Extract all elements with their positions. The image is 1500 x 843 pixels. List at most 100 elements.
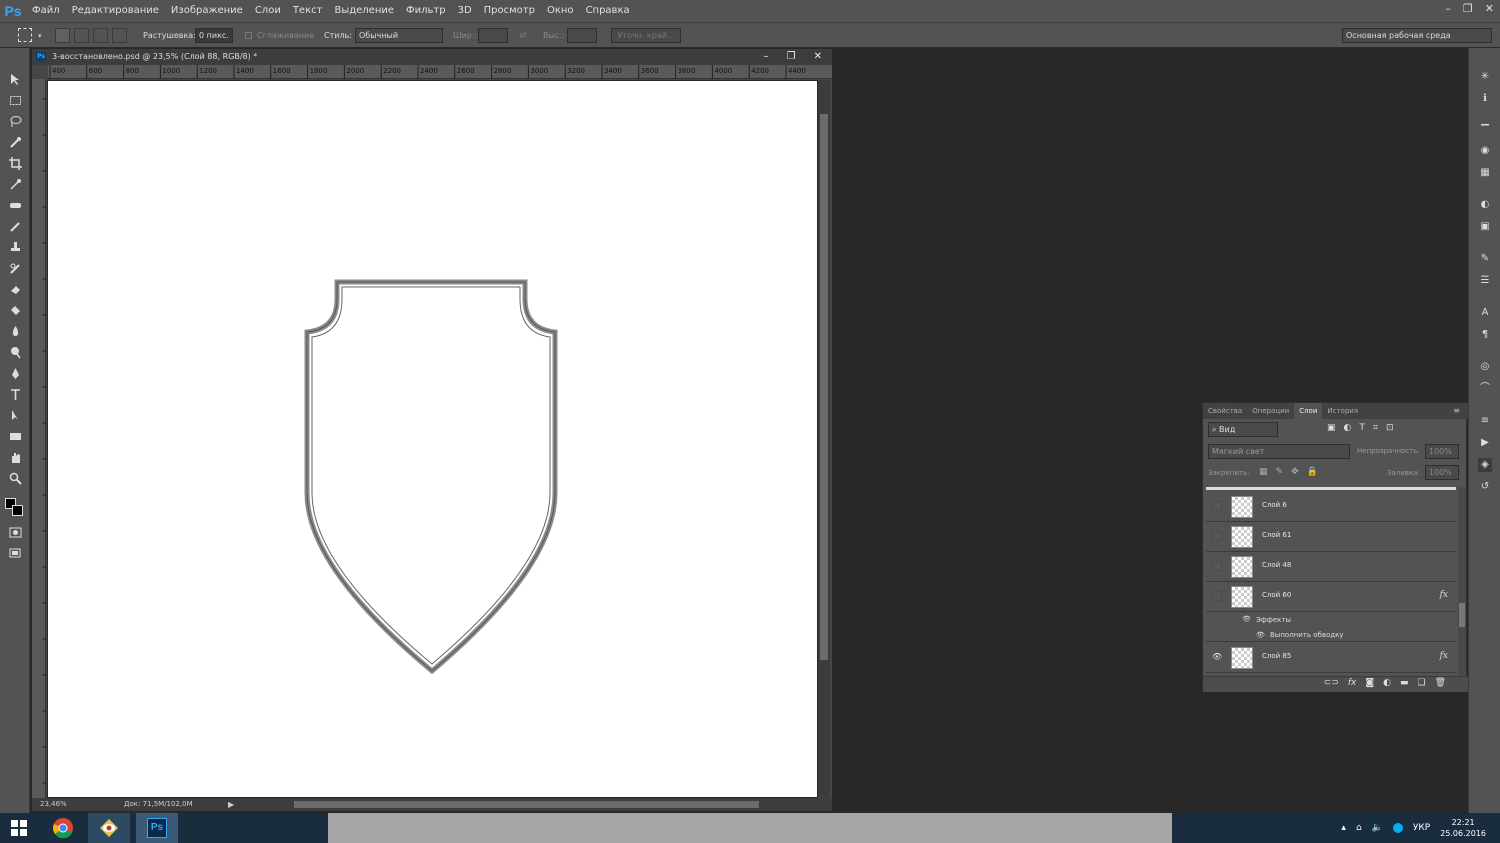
screen-mode-icon[interactable] [6,544,24,562]
minimize-button[interactable]: – [1445,2,1451,15]
add-mask-icon[interactable]: ◙ [1365,678,1374,688]
color-icon[interactable]: ◐ [1478,198,1492,212]
app-eye-icon[interactable] [88,813,130,843]
add-style-icon[interactable]: fx [1348,678,1357,688]
link-layers-icon[interactable]: ⊂⊃ [1324,678,1339,688]
history-brush-tool-icon[interactable] [6,259,24,277]
layers-icon[interactable]: ◈ [1478,458,1492,472]
layer-row[interactable]: Слой 48 [1206,552,1456,582]
blur-tool-icon[interactable] [6,322,24,340]
info-icon[interactable]: ℹ [1478,92,1492,106]
quick-selection-tool-icon[interactable] [6,133,24,151]
layer-row[interactable]: Слой 6 [1206,492,1456,522]
menu-select[interactable]: Выделение [328,0,400,22]
lock-pixels-icon[interactable]: ✎ [1276,467,1284,477]
menu-type[interactable]: Текст [287,0,329,22]
chevron-down-icon[interactable]: ▾ [38,32,42,40]
filter-pixel-icon[interactable]: ▣ [1327,423,1336,433]
new-adjustment-icon[interactable]: ◐ [1383,678,1391,688]
panel-menu-icon[interactable]: ≡ [1453,406,1460,415]
opacity-input[interactable]: 100% [1425,444,1459,459]
visibility-toggle[interactable] [1212,561,1222,571]
menu-3d[interactable]: 3D [452,0,478,22]
document-info[interactable]: Док: 71,5M/102,0M [124,798,193,811]
workspace-select[interactable]: Основная рабочая среда [1342,28,1492,43]
eye-icon[interactable]: 👁 [1212,652,1222,662]
rectangle-tool-icon[interactable] [6,427,24,445]
lock-position-icon[interactable]: ✥ [1291,467,1299,477]
crop-tool-icon[interactable] [6,154,24,172]
clock[interactable]: 22:21 25.06.2016 [1440,817,1486,839]
healing-brush-tool-icon[interactable] [6,196,24,214]
navigator-icon[interactable]: ✳ [1478,70,1492,84]
menu-view[interactable]: Просмотр [478,0,541,22]
paths-icon[interactable]: ⌒ [1478,382,1492,396]
lock-all-icon[interactable]: 🔒 [1307,467,1318,477]
new-layer-icon[interactable]: ❏ [1417,678,1425,688]
swatches-icon[interactable]: ▣ [1478,220,1492,234]
add-selection-icon[interactable] [74,28,89,43]
3d-icon[interactable]: ◉ [1478,144,1492,158]
eye-icon[interactable]: 👁 [1256,631,1265,639]
height-input[interactable] [567,28,597,43]
vertical-scrollbar[interactable] [818,80,830,798]
filter-smart-object-icon[interactable]: ⊡ [1386,423,1394,433]
tab-properties[interactable]: Свойства [1203,403,1247,419]
history-icon[interactable]: ↺ [1478,480,1492,494]
layer-effects-icon[interactable]: fx [1440,590,1448,600]
swap-icon[interactable]: ⇄ [519,31,527,41]
document-tab[interactable]: 3-восстановлено.psd @ 23,5% (Слой 88, RG… [32,49,832,65]
style-select[interactable]: Обычный [355,28,443,43]
adjustments-icon[interactable]: ☰ [1478,274,1492,288]
tab-actions[interactable]: Операции [1247,403,1294,419]
width-input[interactable] [478,28,508,43]
visibility-toggle[interactable] [1212,531,1222,541]
styles-icon[interactable]: ◎ [1478,360,1492,374]
paint-bucket-tool-icon[interactable] [6,301,24,319]
intersect-selection-icon[interactable] [112,28,127,43]
feather-input[interactable]: 0 пикс. [195,28,233,43]
filter-type-icon[interactable]: T [1359,423,1365,433]
tab-history[interactable]: История [1322,403,1363,419]
skype-icon[interactable] [1392,823,1403,833]
doc-close-button[interactable]: ✕ [814,49,822,65]
visibility-toggle[interactable] [1212,501,1222,511]
refine-edge-button[interactable]: Уточн. край... [611,28,681,43]
paragraph-icon[interactable]: ¶ [1478,328,1492,342]
filter-shape-icon[interactable]: ⌗ [1373,423,1378,433]
pen-tool-icon[interactable] [6,364,24,382]
type-tool-icon[interactable] [6,385,24,403]
tray-arrow-icon[interactable]: ▴ [1341,823,1346,833]
grid-icon[interactable]: ▦ [1478,166,1492,180]
menu-window[interactable]: Окно [541,0,580,22]
subtract-selection-icon[interactable] [93,28,108,43]
background-color-swatch[interactable] [12,505,23,516]
antialias-checkbox[interactable] [245,32,252,39]
doc-minimize-button[interactable]: – [764,49,769,65]
photoshop-taskbar-icon[interactable]: Ps [136,813,178,843]
marquee-tool-icon[interactable] [6,91,24,109]
layer-effects-icon[interactable]: fx [1440,651,1448,661]
character-icon[interactable]: A [1478,306,1492,320]
volume-icon[interactable]: 🔈 [1372,823,1383,833]
hand-tool-icon[interactable] [6,448,24,466]
visibility-toggle[interactable] [1212,591,1222,601]
network-icon[interactable]: ⌂ [1356,823,1362,833]
layers-scrollbar[interactable] [1458,487,1466,675]
eyedropper-tool-icon[interactable] [6,175,24,193]
clone-stamp-tool-icon[interactable] [6,238,24,256]
menu-layers[interactable]: Слои [249,0,287,22]
close-button[interactable]: ✕ [1485,2,1494,15]
windows-start-icon[interactable] [0,813,38,843]
marquee-tool-preset-icon[interactable] [18,28,32,42]
actions-icon[interactable]: ▶ [1478,436,1492,450]
menu-file[interactable]: Файл [26,0,66,22]
move-tool-icon[interactable] [6,70,24,88]
lasso-tool-icon[interactable] [6,112,24,130]
menu-filter[interactable]: Фильтр [400,0,452,22]
new-group-icon[interactable]: ▬ [1400,678,1409,688]
delete-layer-icon[interactable]: 🗑 [1435,678,1446,688]
layer-row[interactable]: Слой 61 [1206,522,1456,552]
properties-icon[interactable]: ≡ [1478,414,1492,428]
chrome-icon[interactable] [42,813,84,843]
